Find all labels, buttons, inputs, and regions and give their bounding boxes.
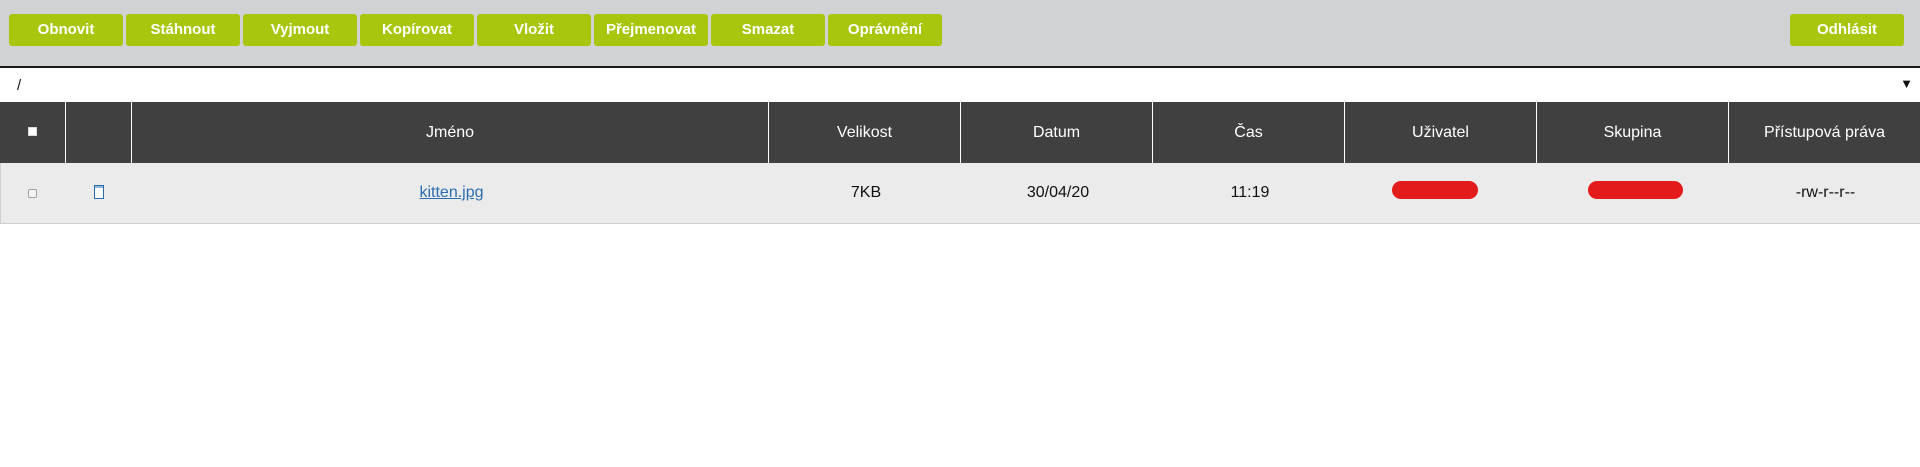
file-date: 30/04/20 — [1026, 184, 1090, 201]
delete-button[interactable]: Smazat — [711, 14, 825, 46]
column-header-user[interactable]: Uživatel — [1345, 102, 1537, 163]
refresh-button[interactable]: Obnovit — [9, 14, 123, 46]
path-selector[interactable]: / ▼ — [0, 68, 1920, 102]
permissions-button[interactable]: Oprávnění — [828, 14, 942, 46]
column-header-name[interactable]: Jméno — [132, 102, 769, 163]
file-name-link[interactable]: kitten.jpg — [419, 184, 483, 201]
column-header-size[interactable]: Velikost — [769, 102, 961, 163]
file-time: 11:19 — [1230, 184, 1270, 201]
select-all-cell — [0, 102, 66, 163]
cut-button[interactable]: Vyjmout — [243, 14, 357, 46]
download-button[interactable]: Stáhnout — [126, 14, 240, 46]
rename-button[interactable]: Přejmenovat — [594, 14, 708, 46]
logout-button[interactable]: Odhlásit — [1790, 14, 1904, 46]
file-group-cell — [1538, 163, 1730, 223]
column-header-date[interactable]: Datum — [961, 102, 1153, 163]
row-checkbox[interactable] — [28, 189, 37, 198]
user-redaction — [1392, 181, 1478, 199]
file-icon[interactable] — [94, 185, 104, 199]
paste-button[interactable]: Vložit — [477, 14, 591, 46]
current-path: / — [17, 77, 22, 94]
triangle-down-icon[interactable]: ▼ — [1900, 76, 1913, 91]
toolbar: Obnovit Stáhnout Vyjmout Kopírovat Vloži… — [0, 0, 1920, 68]
select-all-checkbox[interactable] — [28, 127, 37, 136]
group-redaction — [1588, 181, 1683, 199]
column-header-permissions[interactable]: Přístupová práva — [1729, 102, 1920, 163]
file-name-cell: kitten.jpg — [133, 163, 770, 223]
file-size: 7KB — [850, 184, 882, 201]
table-row[interactable]: kitten.jpg 7KB 30/04/20 11:19 -rw-r--r-- — [0, 163, 1920, 224]
column-header-time[interactable]: Čas — [1153, 102, 1345, 163]
table-header: Jméno Velikost Datum Čas Uživatel Skupin… — [0, 102, 1920, 163]
copy-button[interactable]: Kopírovat — [360, 14, 474, 46]
file-permissions: -rw-r--r-- — [1795, 184, 1856, 201]
icon-column-header — [66, 102, 132, 163]
file-user-cell — [1346, 163, 1538, 223]
column-header-group[interactable]: Skupina — [1537, 102, 1729, 163]
